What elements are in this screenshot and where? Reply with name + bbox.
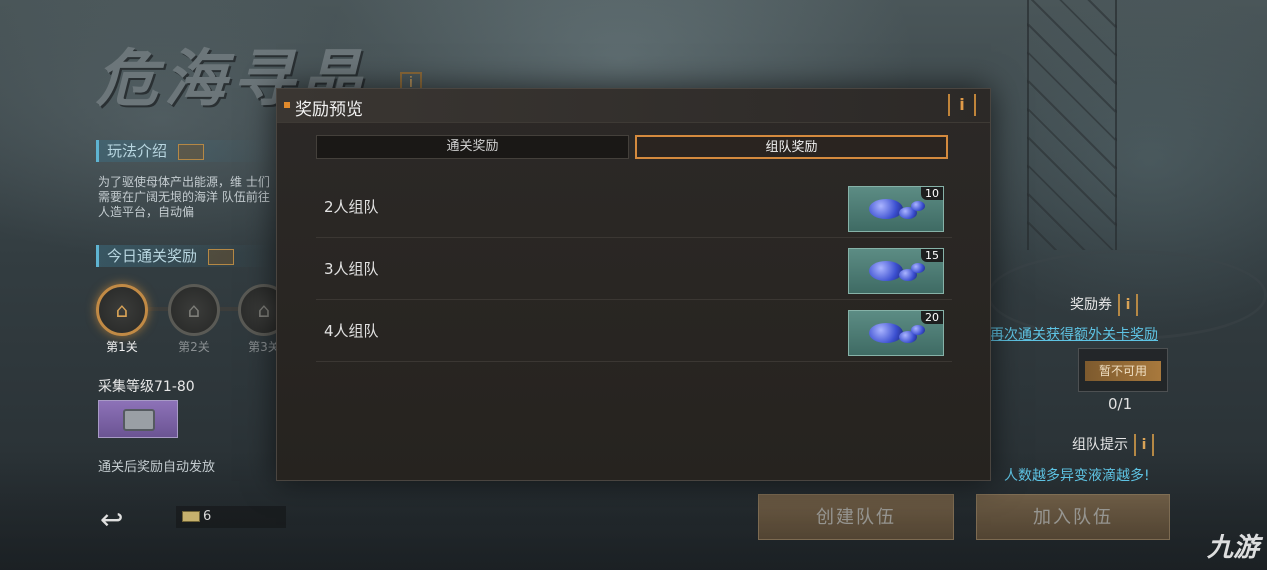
reward-row-label: 4人组队 bbox=[324, 322, 379, 340]
voucher-slot-label: 暂不可用 bbox=[1085, 361, 1161, 381]
modal-header: 奖励预览 i bbox=[277, 89, 990, 123]
droplet-icon bbox=[869, 323, 903, 343]
tab-team-rewards[interactable]: 组队奖励 bbox=[635, 135, 948, 159]
droplet-icon bbox=[911, 325, 925, 335]
reward-row-3: 3人组队 15 bbox=[316, 238, 952, 300]
reward-chest-item[interactable] bbox=[98, 400, 178, 438]
ticket-count: 6 bbox=[203, 509, 212, 524]
droplet-icon bbox=[869, 261, 903, 281]
intro-heading: 玩法介绍 bbox=[96, 140, 271, 162]
daily-reward-heading: 今日通关奖励 bbox=[96, 245, 271, 267]
ticket-counter: 6 bbox=[176, 506, 286, 528]
stage-2-node[interactable]: ⌂ bbox=[168, 284, 220, 336]
antenna-icon: ⌂ bbox=[257, 298, 271, 322]
reward-row-2: 2人组队 10 bbox=[316, 176, 952, 238]
intro-video-icon[interactable] bbox=[177, 143, 204, 160]
reward-row-label: 2人组队 bbox=[324, 198, 379, 216]
intro-text: 为了驱使母体产出能源，维 士们需要在广阔无垠的海洋 队伍前往人造平台，自动偏 bbox=[98, 175, 270, 219]
voucher-count: 0/1 bbox=[1108, 395, 1133, 413]
daily-reward-label: 今日通关奖励 bbox=[107, 247, 198, 265]
stage-1-node[interactable]: ⌂ bbox=[96, 284, 148, 336]
back-arrow-icon[interactable]: ↩ bbox=[100, 506, 130, 534]
team-hint-label: 组队提示 bbox=[1072, 437, 1128, 453]
voucher-slot[interactable]: 暂不可用 bbox=[1078, 348, 1168, 392]
intro-heading-label: 玩法介绍 bbox=[107, 142, 168, 160]
team-hint-row: 组队提示 i bbox=[1072, 434, 1154, 456]
reward-preview-modal: 奖励预览 i 通关奖励 组队奖励 2人组队 10 3人组队 15 4人组队 20 bbox=[276, 88, 991, 481]
droplet-reward-item[interactable]: 15 bbox=[848, 248, 944, 294]
antenna-icon: ⌂ bbox=[115, 298, 129, 322]
reward-count: 10 bbox=[921, 187, 943, 200]
ticket-icon bbox=[182, 511, 200, 522]
team-hint-info-icon[interactable]: i bbox=[1134, 434, 1154, 456]
droplet-reward-item[interactable]: 10 bbox=[848, 186, 944, 232]
daily-reward-icon[interactable] bbox=[207, 248, 234, 265]
reward-row-label: 3人组队 bbox=[324, 260, 379, 278]
watermark-logo: 九游 bbox=[1206, 533, 1259, 563]
modal-info-icon[interactable]: i bbox=[948, 94, 976, 116]
droplet-icon bbox=[869, 199, 903, 219]
antenna-icon: ⌂ bbox=[187, 298, 201, 322]
background-scaffold bbox=[1027, 0, 1117, 250]
stage-1-label: 第1关 bbox=[106, 340, 138, 354]
join-team-button[interactable]: 加入队伍 bbox=[976, 494, 1170, 540]
droplet-icon bbox=[911, 201, 925, 211]
team-hint-text: 人数越多异变液滴越多! bbox=[1004, 468, 1150, 484]
voucher-info-icon[interactable]: i bbox=[1118, 294, 1138, 316]
voucher-hint: 再次通关获得额外关卡奖励 bbox=[990, 327, 1158, 343]
chest-icon bbox=[123, 409, 155, 431]
stage-2-label: 第2关 bbox=[178, 340, 210, 354]
reward-row-4: 4人组队 20 bbox=[316, 300, 952, 362]
title-marker bbox=[284, 102, 290, 108]
reward-count: 20 bbox=[921, 311, 943, 324]
auto-reward-note: 通关后奖励自动发放 bbox=[98, 460, 216, 475]
droplet-icon bbox=[911, 263, 925, 273]
voucher-label: 奖励券 bbox=[1070, 297, 1112, 313]
tab-clear-rewards[interactable]: 通关奖励 bbox=[316, 135, 629, 159]
droplet-reward-item[interactable]: 20 bbox=[848, 310, 944, 356]
create-team-button[interactable]: 创建队伍 bbox=[758, 494, 954, 540]
voucher-row: 奖励券 i bbox=[1070, 294, 1138, 316]
reward-count: 15 bbox=[921, 249, 943, 262]
modal-title: 奖励预览 bbox=[295, 100, 363, 120]
collect-level: 采集等级71-80 bbox=[98, 379, 195, 395]
